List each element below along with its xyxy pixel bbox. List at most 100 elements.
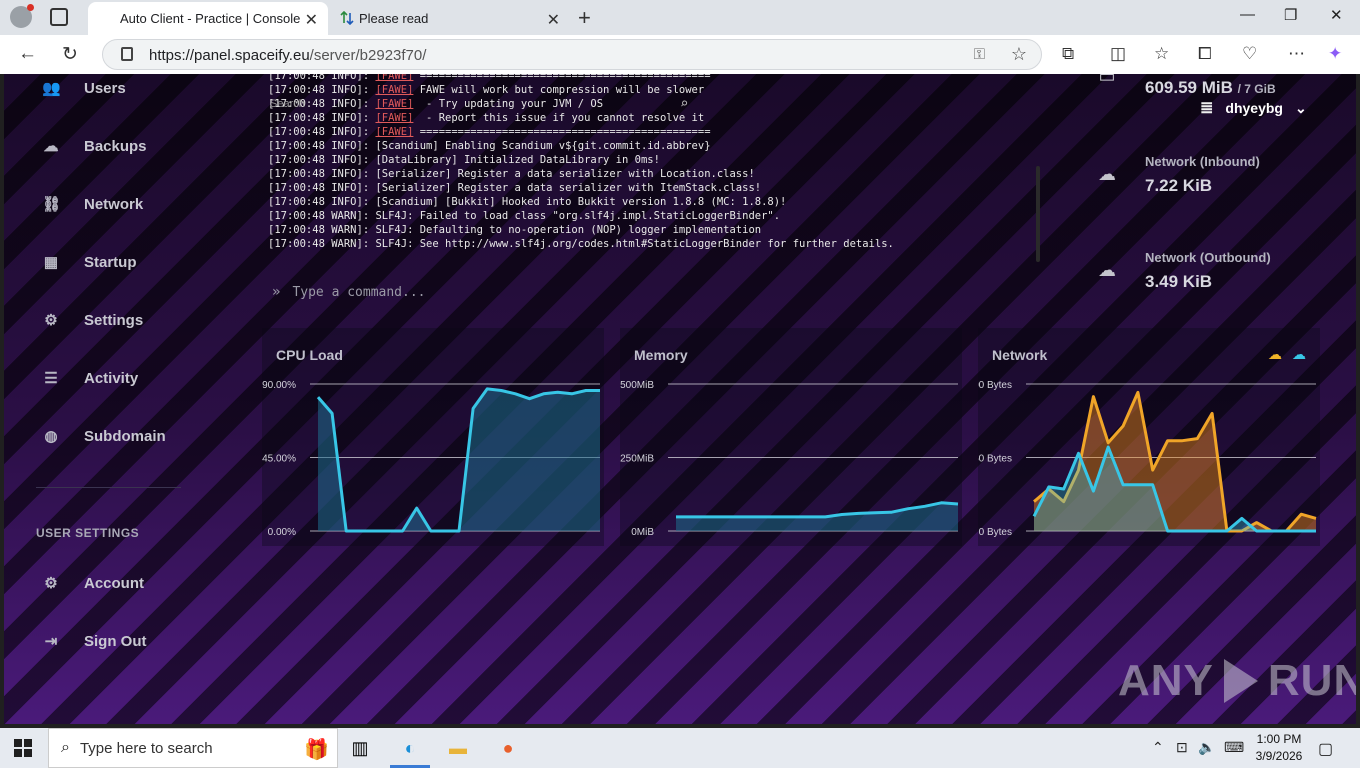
- notifications-icon[interactable]: ▢: [1318, 739, 1333, 759]
- sidebar-item-activity[interactable]: ☰ Activity: [42, 369, 139, 388]
- sidebar-item-label: Settings: [84, 311, 144, 329]
- y-tick-label: 0.00%: [268, 527, 296, 538]
- stat-value: 3.49 KiB: [1145, 272, 1213, 291]
- minimize-icon[interactable]: —: [1240, 6, 1255, 23]
- panel-page: 👥 Users ☁ Backups ⛓ Network ▦ Startup ⚙ …: [4, 74, 1356, 724]
- volume-icon[interactable]: 🔈: [1198, 739, 1215, 756]
- browser-tab-strip: Auto Client - Practice | Console ✕ Pleas…: [0, 0, 1360, 35]
- lock-icon[interactable]: [121, 47, 133, 61]
- console-line: [17:00:48 INFO]: [FAWE] - Try updating y…: [268, 98, 604, 110]
- favorites-icon[interactable]: ☆: [1154, 44, 1169, 64]
- anyrun-watermark: ANY RUN: [1118, 656, 1356, 706]
- split-screen-icon[interactable]: ◫: [1110, 44, 1126, 64]
- sidebar-item-users[interactable]: 👥 Users: [42, 79, 126, 98]
- profile-avatar-icon[interactable]: [10, 4, 34, 28]
- console-line: [17:00:48 INFO]: [FAWE] FAWE will work b…: [268, 84, 705, 96]
- sidebar-item-subdomain[interactable]: ◍ Subdomain: [42, 427, 166, 446]
- server-list-icon: ≣: [1200, 100, 1214, 117]
- sort-arrows-icon: [340, 11, 354, 25]
- restore-icon[interactable]: ❐: [1284, 6, 1297, 24]
- sidebar-item-startup[interactable]: ▦ Startup: [42, 253, 137, 272]
- tab-title: Auto Client - Practice | Console: [120, 11, 301, 26]
- gift-icon: 🎁: [304, 739, 329, 761]
- sidebar-item-sign-out[interactable]: ⇥ Sign Out: [42, 632, 147, 651]
- task-view-icon[interactable]: ▥: [346, 736, 374, 760]
- url-field[interactable]: https://panel.spaceify.eu/server/b2923f7…: [102, 39, 1042, 70]
- windows-taskbar: ⌕ Type here to search 🎁 ▥ ◐ ▬ ● ⌃ ⊡ 🔈 ⌨ …: [0, 728, 1360, 768]
- console-line: [17:00:48 INFO]: [Serializer] Register a…: [268, 182, 762, 194]
- new-tab-icon[interactable]: +: [578, 5, 591, 31]
- sidebar-item-settings[interactable]: ⚙ Settings: [42, 311, 144, 330]
- sidebar-item-label: Backups: [84, 137, 147, 155]
- sidebar-item-label: Subdomain: [84, 427, 166, 445]
- sidebar-divider: [36, 487, 181, 488]
- stat-label: Network (Inbound): [1145, 154, 1260, 169]
- watermark-right: RUN: [1267, 656, 1356, 705]
- close-tab-icon[interactable]: ✕: [547, 10, 560, 30]
- y-tick-label: 0MiB: [631, 527, 654, 538]
- y-tick-label: 350 Bytes: [978, 454, 1012, 465]
- back-icon[interactable]: ←: [18, 43, 37, 65]
- collections-icon[interactable]: ⧠: [1198, 44, 1212, 64]
- command-input[interactable]: » Type a command...: [272, 284, 426, 300]
- users-icon: 👥: [42, 80, 61, 97]
- clock-time: 1:00 PM: [1256, 732, 1302, 746]
- address-bar-row: ← ↻ https://panel.spaceify.eu/server/b29…: [0, 35, 1360, 74]
- sidebar-item-network[interactable]: ⛓ Network: [42, 195, 144, 214]
- console-line: [17:00:48 WARN]: SLF4J: Defaulting to no…: [268, 224, 762, 236]
- tab-console[interactable]: Auto Client - Practice | Console ✕: [88, 2, 328, 35]
- y-tick-label: 700 Bytes: [978, 380, 1012, 391]
- taskbar-search-placeholder: Type here to search: [79, 739, 213, 757]
- y-tick-label: 90.00%: [262, 380, 296, 391]
- play-logo-icon: [1223, 659, 1258, 703]
- taskbar-search[interactable]: ⌕ Type here to search 🎁: [48, 728, 338, 768]
- disk-usage-value: 609.59 MiB / 7 GiB: [1145, 78, 1276, 97]
- cloud-download-icon: ☁: [1098, 164, 1116, 184]
- network-chart-panel: Network ☁ ☁ 700 Bytes350 Bytes0 Bytes: [978, 328, 1320, 546]
- cogs-icon: ⚙: [44, 575, 58, 592]
- sidebar-item-label: Account: [84, 574, 144, 592]
- favorite-star-icon[interactable]: ☆: [1011, 44, 1027, 65]
- ime-icon[interactable]: ⌨: [1224, 739, 1244, 756]
- copilot-icon[interactable]: ✦: [1328, 44, 1342, 64]
- tab-actions-icon[interactable]: [50, 8, 68, 26]
- sidebar: 👥 Users ☁ Backups ⛓ Network ▦ Startup ⚙ …: [4, 74, 194, 724]
- user-menu[interactable]: ≣ dhyeybg ⌄: [1200, 98, 1307, 118]
- console-line: [17:00:48 INFO]: [Serializer] Register a…: [268, 168, 755, 180]
- search-icon: ⌕: [61, 739, 70, 756]
- refresh-icon[interactable]: ↻: [62, 43, 78, 66]
- browser-essentials-icon[interactable]: ♡: [1242, 44, 1257, 64]
- sidebar-item-label: Activity: [84, 369, 139, 387]
- series-area: [318, 388, 600, 531]
- chevron-down-icon: ⌄: [1294, 99, 1307, 116]
- extensions-icon[interactable]: ⧉: [1062, 44, 1074, 64]
- console-search-label[interactable]: Search: [270, 98, 305, 110]
- stat-label: Network (Outbound): [1145, 250, 1271, 265]
- sidebar-item-label: Network: [84, 195, 144, 213]
- console-line: [17:00:48 WARN]: SLF4J: See http://www.s…: [268, 238, 894, 250]
- edge-browser-icon[interactable]: ◐: [390, 736, 430, 768]
- console-line: [17:00:48 INFO]: [FAWE] ================…: [268, 74, 711, 82]
- network-tray-icon[interactable]: ⊡: [1176, 739, 1188, 756]
- tab-please-read[interactable]: Please read ✕: [330, 2, 570, 35]
- sidebar-item-account[interactable]: ⚙ Account: [42, 574, 144, 593]
- close-tab-icon[interactable]: ✕: [305, 10, 318, 30]
- close-window-icon[interactable]: ✕: [1330, 6, 1343, 24]
- key-icon[interactable]: ⚿: [974, 46, 985, 63]
- console-scrollbar[interactable]: [1036, 166, 1040, 262]
- console-line: [17:00:48 WARN]: SLF4J: Failed to load c…: [268, 210, 781, 222]
- windows-start-icon[interactable]: [14, 739, 32, 757]
- firefox-icon[interactable]: ●: [494, 736, 522, 760]
- taskbar-clock[interactable]: 1:00 PM 3/9/2026: [1248, 731, 1310, 765]
- search-icon[interactable]: ⌕: [680, 96, 688, 112]
- globe-icon: ◍: [44, 428, 58, 445]
- sidebar-item-backups[interactable]: ☁ Backups: [42, 137, 147, 156]
- file-explorer-icon[interactable]: ▬: [444, 736, 472, 760]
- more-menu-icon[interactable]: ⋯: [1288, 44, 1305, 64]
- username: dhyeybg: [1225, 100, 1283, 116]
- show-hidden-icons-icon[interactable]: ⌃: [1152, 739, 1164, 756]
- cpu-load-chart: 90.00% 45.00% 0.00%: [262, 380, 600, 538]
- memory-chart: 2500MiB 1250MiB 0MiB: [620, 380, 959, 538]
- chart-bar-icon: ▦: [43, 254, 59, 271]
- stat-value: 7.22 KiB: [1145, 176, 1213, 195]
